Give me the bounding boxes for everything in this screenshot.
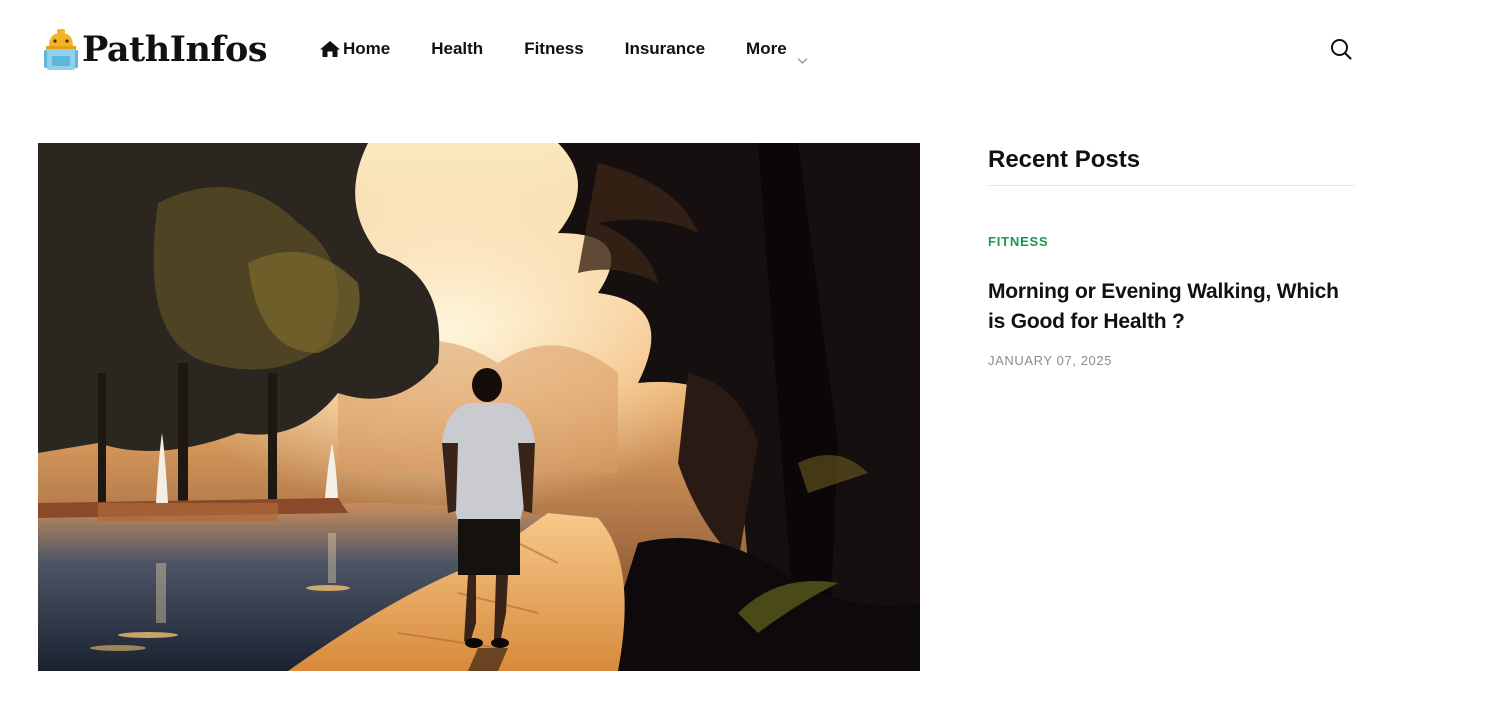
home-icon	[319, 39, 341, 59]
main-nav: Home Health Fitness Insurance More	[319, 36, 849, 64]
post-date: JANUARY 07, 2025	[988, 353, 1113, 368]
nav-item-health[interactable]: Health	[431, 36, 483, 62]
search-button[interactable]	[1328, 36, 1354, 62]
post-category-link[interactable]: FITNESS	[988, 234, 1049, 250]
nav-item-label: More	[746, 39, 787, 58]
nav-item-label: Home	[343, 39, 391, 58]
nav-item-fitness[interactable]: Fitness	[524, 36, 584, 62]
nav-item-home[interactable]: Home	[319, 36, 390, 62]
recent-posts-sidebar: Recent Posts FITNESS Morning or Evening …	[988, 143, 1355, 369]
backpack-logo-icon	[42, 28, 80, 72]
recent-post-item: FITNESS Morning or Evening Walking, Whic…	[988, 186, 1355, 369]
nav-item-label: Health	[431, 39, 484, 58]
sidebar-title: Recent Posts	[988, 146, 1141, 173]
walking-person-illustration	[38, 143, 920, 671]
nav-item-label: Fitness	[524, 39, 584, 58]
nav-item-label: Insurance	[624, 39, 706, 58]
site-logo[interactable]: PathInfos	[42, 27, 268, 73]
site-name: PathInfos	[82, 29, 268, 70]
search-icon	[1328, 39, 1354, 66]
chevron-down-icon	[797, 47, 808, 64]
post-title-link[interactable]: Morning or Evening Walking, Which is Goo…	[988, 277, 1355, 337]
site-header: PathInfos Home Health Fitness Insurance …	[0, 0, 1486, 100]
nav-item-more[interactable]: More	[746, 36, 808, 64]
nav-item-insurance[interactable]: Insurance	[625, 36, 705, 62]
featured-post-image[interactable]	[38, 143, 920, 671]
